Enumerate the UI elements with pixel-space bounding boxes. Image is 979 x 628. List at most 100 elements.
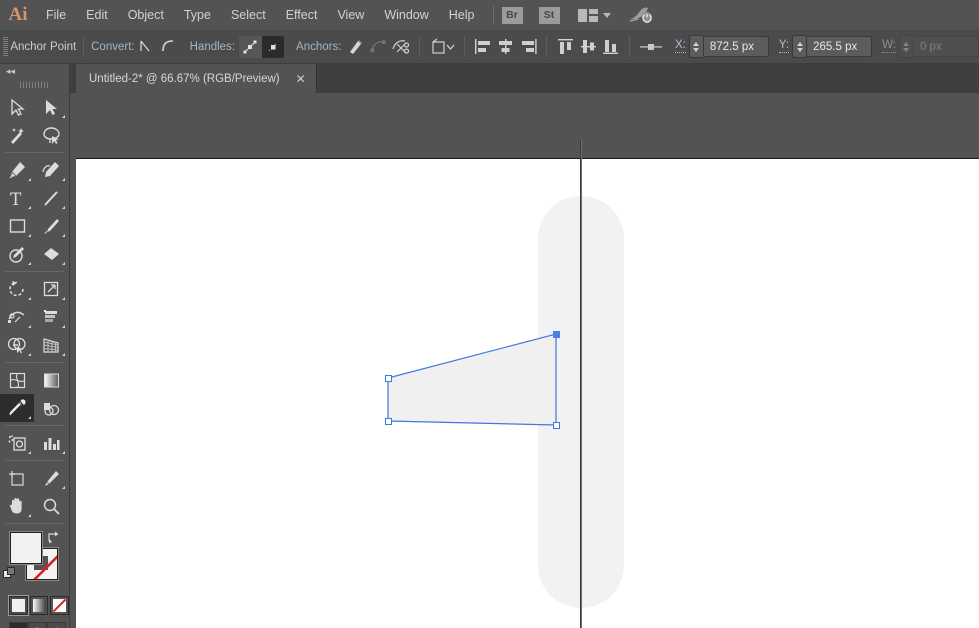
menu-item-effect[interactable]: Effect <box>276 5 328 25</box>
magic-wand-tool[interactable] <box>0 121 34 149</box>
stock-button[interactable]: St <box>538 6 560 24</box>
zoom-tool[interactable] <box>34 492 68 520</box>
y-coordinate-field[interactable] <box>792 35 873 58</box>
flyout-indicator-icon <box>62 115 65 118</box>
tools-panel-grip[interactable] <box>0 78 69 91</box>
align-horizontal-center-button[interactable] <box>494 36 517 58</box>
canvas-area[interactable] <box>70 93 979 628</box>
anchor-point-top-right[interactable] <box>552 330 560 338</box>
direct-selection-tool[interactable] <box>34 93 68 121</box>
remove-anchor-button[interactable] <box>344 36 367 58</box>
anchor-point-bottom-right[interactable] <box>552 421 560 429</box>
quadrilateral-path[interactable] <box>70 93 979 628</box>
x-stepper[interactable] <box>688 35 703 58</box>
color-mode-flat-button[interactable] <box>8 595 29 616</box>
convert-to-smooth-icon <box>162 40 173 52</box>
lasso-tool[interactable] <box>34 121 68 149</box>
line-segment-tool[interactable] <box>34 184 68 212</box>
swap-fill-stroke-icon[interactable] <box>47 530 61 544</box>
connect-endpoints-button[interactable] <box>367 36 390 58</box>
menu-item-select[interactable]: Select <box>221 5 276 25</box>
menu-item-edit[interactable]: Edit <box>76 5 118 25</box>
shape-builder-tool[interactable] <box>0 331 34 359</box>
free-transform-tool[interactable] <box>34 303 68 331</box>
eyedropper-tool[interactable] <box>0 394 34 422</box>
mesh-tool[interactable] <box>0 366 34 394</box>
width-tool[interactable] <box>0 303 34 331</box>
hand-tool[interactable] <box>0 492 34 520</box>
menu-item-object[interactable]: Object <box>118 5 174 25</box>
gradient-tool[interactable] <box>34 366 68 394</box>
perspective-grid-tool[interactable] <box>34 331 68 359</box>
pen-tool[interactable] <box>0 156 34 184</box>
tool-divider <box>5 425 64 426</box>
convert-to-smooth-button[interactable] <box>157 36 180 58</box>
align-vertical-center-button[interactable] <box>577 36 600 58</box>
tool-row <box>0 275 69 303</box>
convert-to-corner-button[interactable] <box>135 36 158 58</box>
isolate-object-button[interactable] <box>427 36 457 58</box>
selection-tool[interactable] <box>0 93 34 121</box>
close-icon[interactable]: ✕ <box>296 72 306 86</box>
align-right-button[interactable] <box>517 36 540 58</box>
type-tool[interactable]: T <box>0 184 34 212</box>
align-bottom-button[interactable] <box>599 36 622 58</box>
symbol-sprayer-tool[interactable] <box>0 429 34 457</box>
x-coordinate-field[interactable] <box>688 35 769 58</box>
flyout-indicator-icon <box>28 451 31 454</box>
menu-item-view[interactable]: View <box>327 5 374 25</box>
curvature-tool[interactable] <box>34 156 68 184</box>
connect-selected-endpoints-icon <box>370 40 386 52</box>
show-handles-button[interactable] <box>239 36 262 58</box>
bridge-button[interactable]: Br <box>501 6 523 24</box>
color-mode-none-button[interactable] <box>50 596 70 615</box>
anchor-point-top-left[interactable] <box>384 374 392 382</box>
anchor-point-bottom-left[interactable] <box>384 417 392 425</box>
y-stepper[interactable] <box>792 35 807 58</box>
tool-divider <box>5 362 64 363</box>
flyout-indicator-icon <box>28 416 31 419</box>
tool-row <box>0 331 69 359</box>
workspace-switcher-button[interactable] <box>627 6 653 24</box>
align-top-button[interactable] <box>554 36 577 58</box>
control-bar-grip[interactable] <box>0 30 10 63</box>
artboard-tool[interactable] <box>0 464 34 492</box>
default-fill-stroke-icon[interactable] <box>3 567 16 580</box>
color-mode-gradient-button[interactable] <box>29 596 49 615</box>
hide-handles-icon <box>268 42 278 51</box>
draw-inside-button[interactable] <box>47 622 66 628</box>
rotate-tool[interactable] <box>0 275 34 303</box>
tool-row <box>0 366 69 394</box>
arrange-documents-button[interactable] <box>577 8 611 22</box>
column-graph-tool[interactable] <box>34 429 68 457</box>
control-divider-2 <box>418 36 420 57</box>
fill-swatch[interactable] <box>10 532 42 564</box>
slice-tool[interactable] <box>34 464 68 492</box>
shaper-tool[interactable] <box>0 240 34 268</box>
fill-stroke-controls <box>0 530 69 592</box>
flyout-indicator-icon <box>28 262 31 265</box>
tools-panel-collapse-button[interactable]: ◂◂ <box>0 64 69 78</box>
menu-item-window[interactable]: Window <box>374 5 438 25</box>
eraser-tool[interactable] <box>34 240 68 268</box>
cut-path-button[interactable] <box>389 36 412 58</box>
tool-row <box>0 121 69 149</box>
menu-item-type[interactable]: Type <box>174 5 221 25</box>
hide-handles-button[interactable] <box>261 35 285 58</box>
scale-tool[interactable] <box>34 275 68 303</box>
x-coordinate-input[interactable] <box>702 36 769 57</box>
hand-tool-icon <box>9 498 22 514</box>
transform-handle-button[interactable] <box>637 36 665 58</box>
type-tool-icon: T <box>10 190 22 208</box>
draw-behind-button[interactable] <box>28 622 47 628</box>
menu-item-help[interactable]: Help <box>439 5 485 25</box>
rectangle-tool[interactable] <box>0 212 34 240</box>
width-field[interactable] <box>898 35 979 58</box>
draw-normal-button[interactable] <box>9 622 28 628</box>
paintbrush-tool[interactable] <box>34 212 68 240</box>
align-left-button[interactable] <box>472 36 495 58</box>
menu-item-file[interactable]: File <box>36 5 76 25</box>
y-coordinate-input[interactable] <box>806 36 873 57</box>
blend-tool[interactable] <box>34 394 68 422</box>
document-tab[interactable]: Untitled-2* @ 66.67% (RGB/Preview) ✕ <box>76 64 317 93</box>
